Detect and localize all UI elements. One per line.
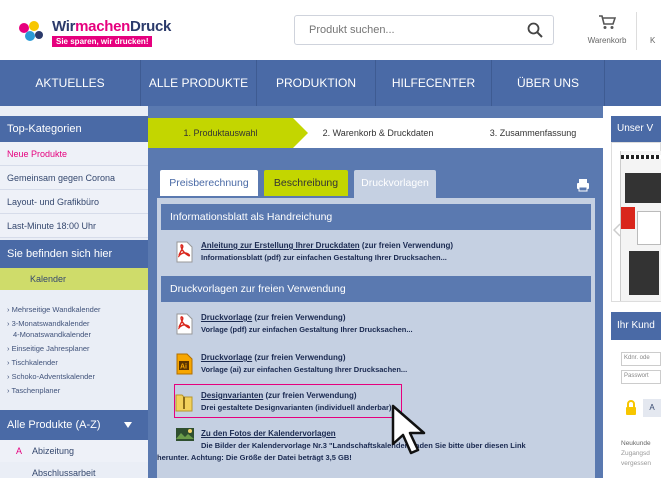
download-link[interactable]: Druckvorlage (zur freien Verwendung) — [201, 353, 345, 362]
tab-beschreibung[interactable]: Beschreibung — [264, 170, 348, 196]
right-heading-2: Ihr Kund — [611, 312, 661, 340]
lock-icon — [626, 400, 636, 415]
nav-item-alle-produkte[interactable]: ALLE PRODUKTE — [141, 60, 256, 106]
section-heading-info: Informationsblatt als Handreichung — [161, 204, 591, 230]
header-divider — [636, 12, 637, 50]
forgot-credentials-link[interactable]: Zugangsd — [621, 450, 650, 457]
download-description: Vorlage (pdf) zur einfachen Gestaltung I… — [201, 325, 413, 334]
main-nav: AKTUELLES ALLE PRODUKTE PRODUKTION HILFE… — [0, 60, 661, 106]
right-column: Unser V Ihr Kund Kdnr. ode Passwort A Ne… — [603, 106, 661, 478]
zip-folder-icon — [175, 394, 193, 412]
svg-text:Ai: Ai — [180, 364, 187, 371]
carousel-prev-icon[interactable] — [613, 223, 621, 237]
cart-button[interactable]: Warenkorb — [583, 12, 631, 52]
sidebar-item-neue-produkte[interactable]: Neue Produkte — [0, 142, 148, 166]
download-description: Drei gestaltete Designvarianten (individ… — [201, 403, 392, 412]
customer-number-field[interactable]: Kdnr. ode — [621, 352, 661, 366]
az-heading-label: Alle Produkte (A-Z) — [7, 419, 101, 431]
mouse-cursor-icon — [391, 404, 426, 455]
download-item[interactable]: Anleitung zur Erstellung Ihrer Druckdate… — [175, 238, 585, 274]
tab-preisberechnung[interactable]: Preisberechnung — [160, 170, 258, 196]
sidebar-heading-location: Sie befinden sich hier — [0, 240, 148, 268]
nav-divider — [604, 60, 605, 106]
search-box — [294, 15, 554, 45]
sidebar-sub-item[interactable]: › Taschenplaner — [7, 385, 60, 396]
print-icon[interactable] — [576, 178, 590, 192]
top-header: WirmachenDruck Sie sparen, wir drucken! … — [0, 0, 661, 60]
nav-item-ueber-uns[interactable]: ÜBER UNS — [492, 60, 604, 106]
sale-ribbon — [621, 207, 635, 229]
tab-bar: Preisberechnung Beschreibung Druckvorlag… — [148, 162, 603, 204]
pdf-icon — [176, 241, 193, 263]
nav-item-produktion[interactable]: PRODUKTION — [257, 60, 375, 106]
cart-label: Warenkorb — [587, 36, 627, 45]
checkout-steps: 1. Produktauswahl 2. Warenkorb & Druckda… — [148, 118, 603, 148]
download-item[interactable]: Zu den Fotos der Kalendervorlagen Die Bi… — [157, 424, 587, 478]
search-input[interactable] — [295, 16, 517, 44]
az-item-label: Abizeitung — [32, 446, 75, 456]
sidebar-sub-item[interactable]: › Tischkalender — [7, 357, 58, 368]
sidebar: Top-Kategorien Neue Produkte Gemeinsam g… — [0, 106, 148, 478]
download-link[interactable]: Anleitung zur Erstellung Ihrer Druckdate… — [201, 241, 453, 250]
nav-item-hilfecenter[interactable]: HILFECENTER — [376, 60, 491, 106]
az-letter: A — [16, 446, 23, 456]
download-item[interactable]: Designvarianten (zur freien Verwendung) … — [175, 388, 585, 424]
download-item[interactable]: Ai Druckvorlage (zur freien Verwendung) … — [175, 350, 585, 386]
download-link[interactable]: Druckvorlage (zur freien Verwendung) — [201, 313, 345, 322]
sidebar-sub-item[interactable]: › Schoko-Adventskalender — [7, 371, 95, 382]
section-heading-vorlagen: Druckvorlagen zur freien Verwendung — [161, 276, 591, 302]
download-description: herunter. Achtung: Die Größe der Datei b… — [157, 453, 352, 462]
chevron-down-icon — [124, 422, 132, 428]
binding-rings — [621, 155, 661, 159]
download-description: Die Bilder der Kalendervorlage Nr.3 "Lan… — [201, 441, 526, 450]
nav-item-aktuelles[interactable]: AKTUELLES — [0, 60, 140, 106]
step-warenkorb[interactable]: 2. Warenkorb & Druckdaten — [298, 118, 458, 148]
az-item-label[interactable]: Abschlussarbeit — [32, 468, 96, 478]
new-customer-link[interactable]: Neukunde — [621, 440, 651, 447]
sidebar-sub-item[interactable]: › Einseitige Jahresplaner — [7, 343, 90, 354]
sidebar-sub-item[interactable]: › Mehrseitige Wandkalender — [7, 304, 101, 315]
sidebar-item-corona[interactable]: Gemeinsam gegen Corona — [0, 166, 148, 190]
photo-icon — [176, 428, 194, 441]
illustrator-file-icon: Ai — [176, 353, 193, 375]
druckvorlagen-panel: Informationsblatt als Handreichung Anlei… — [157, 198, 595, 478]
calendar-cover — [625, 173, 661, 203]
az-list-item[interactable]: A Abizeitung — [0, 440, 148, 462]
calendar-thumbnail — [620, 151, 661, 301]
cart-icon — [599, 15, 616, 29]
step-produktauswahl[interactable]: 1. Produktauswahl — [148, 118, 293, 148]
sidebar-sub-item[interactable]: › 3-Monatswandkalender — [7, 318, 90, 329]
brand-name: WirmachenDruck — [52, 18, 172, 35]
product-teaser[interactable] — [611, 142, 661, 302]
download-description: Informationsblatt (pdf) zur einfachen Ge… — [201, 253, 447, 262]
main-content: 1. Produktauswahl 2. Warenkorb & Druckda… — [148, 106, 603, 478]
calendar-back — [629, 251, 659, 295]
download-link[interactable]: Designvarianten (zur freien Verwendung) — [201, 391, 357, 400]
sidebar-heading-az[interactable]: Alle Produkte (A-Z) — [0, 410, 148, 440]
step-zusammenfassung[interactable]: 3. Zusammenfassung — [468, 118, 598, 148]
sidebar-item-last-minute[interactable]: Last-Minute 18:00 Uhr — [0, 214, 148, 238]
sidebar-item-kalender[interactable]: Kalender — [0, 268, 148, 290]
account-label[interactable]: K — [650, 36, 655, 45]
download-description: Vorlage (ai) zur einfachen Gestaltung Ih… — [201, 365, 408, 374]
sidebar-sub-item[interactable]: 4-Monatswandkalender — [13, 329, 91, 340]
login-button[interactable]: A — [643, 399, 661, 417]
sidebar-heading-top: Top-Kategorien — [0, 116, 148, 142]
download-link[interactable]: Zu den Fotos der Kalendervorlagen — [201, 429, 336, 438]
brand-tagline: Sie sparen, wir drucken! — [52, 36, 153, 47]
forgot-credentials-link[interactable]: vergessen — [621, 460, 651, 467]
logo[interactable]: WirmachenDruck Sie sparen, wir drucken! — [18, 14, 198, 54]
calendar-page — [637, 211, 661, 245]
download-item[interactable]: Druckvorlage (zur freien Verwendung) Vor… — [175, 310, 585, 346]
password-field[interactable]: Passwort — [621, 370, 661, 384]
pdf-icon — [176, 313, 193, 335]
sidebar-item-layout[interactable]: Layout- und Grafikbüro — [0, 190, 148, 214]
search-icon[interactable] — [527, 22, 543, 38]
right-heading-1: Unser V — [611, 116, 661, 142]
logo-mark-icon — [19, 21, 43, 41]
